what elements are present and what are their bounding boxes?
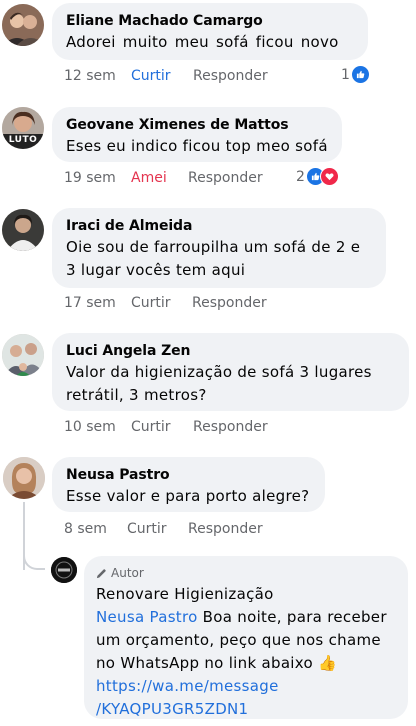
heart-reaction-icon <box>319 167 339 186</box>
comment-actions: 12 sem Curtir Responder <box>64 68 314 88</box>
comment-item: Eliane Machado Camargo Adorei muito meu … <box>0 0 416 100</box>
comment-time[interactable]: 8 sem <box>64 521 107 537</box>
comment-time[interactable]: 12 sem <box>64 68 116 84</box>
reply-button[interactable]: Responder <box>192 295 267 311</box>
reply-button[interactable]: Responder <box>193 419 268 435</box>
comment-author[interactable]: Iraci de Almeida <box>66 216 374 236</box>
avatar-badge: LUTO <box>8 135 38 145</box>
reply-button[interactable]: Responder <box>188 521 263 537</box>
comment-item: LUTO Geovane Ximenes de Mattos Eses eu i… <box>0 100 416 205</box>
comment-time[interactable]: 17 sem <box>64 295 116 311</box>
comment-author[interactable]: Neusa Pastro <box>66 465 313 485</box>
avatar[interactable] <box>2 334 44 376</box>
comment-time[interactable]: 19 sem <box>64 170 116 186</box>
reply-button[interactable]: Responder <box>188 170 263 186</box>
like-button[interactable]: Curtir <box>131 419 171 435</box>
comment-actions: 17 sem Curtir Responder <box>64 295 314 315</box>
comment-text: Valor da higienização de sofá 3 lugares … <box>66 363 372 404</box>
reaction-summary[interactable]: 1 <box>341 65 370 84</box>
comment-bubble: Neusa Pastro Esse valor e para porto ale… <box>52 457 325 512</box>
comment-text: Esse valor e para porto alegre? <box>66 487 310 505</box>
comment-actions: 19 sem Amei Responder <box>64 170 314 190</box>
avatar[interactable] <box>3 457 45 499</box>
comment-bubble: Eliane Machado Camargo Adorei muito meu … <box>52 3 368 60</box>
mention-link[interactable]: Neusa Pastro <box>96 608 198 626</box>
reaction-count: 2 <box>296 168 305 185</box>
comment-item: Iraci de Almeida Oie sou de farroupilha … <box>0 205 416 327</box>
comment-text: Adorei muito meu sofá ficou novo <box>66 33 339 51</box>
comment-item: Neusa Pastro Esse valor e para porto ale… <box>0 453 416 548</box>
like-button[interactable]: Curtir <box>131 295 171 311</box>
comment-author[interactable]: Geovane Ximenes de Mattos <box>66 115 330 135</box>
reply-text: Neusa Pastro Boa noite, para receber um … <box>96 606 396 721</box>
avatar[interactable] <box>2 4 44 46</box>
page-avatar[interactable] <box>51 557 77 583</box>
reply-button[interactable]: Responder <box>193 68 268 84</box>
whatsapp-link-part1: https://wa.me/message <box>96 677 279 695</box>
like-button[interactable]: Curtir <box>127 521 167 537</box>
whatsapp-link-part2: /KYAQPU3GR5ZDN1 <box>96 700 249 718</box>
comment-author[interactable]: Eliane Machado Camargo <box>66 11 356 31</box>
reply-item: Autor Renovare Higienização Neusa Pastro… <box>0 553 416 726</box>
comment-bubble: Iraci de Almeida Oie sou de farroupilha … <box>52 208 386 288</box>
comment-item: Luci Angela Zen Valor da higienização de… <box>0 329 416 450</box>
pencil-icon <box>96 568 106 578</box>
whatsapp-link[interactable]: https://wa.me/message/KYAQPU3GR5ZDN1 <box>96 677 279 718</box>
author-badge-label: Autor <box>111 566 144 580</box>
comment-bubble: Geovane Ximenes de Mattos Eses eu indico… <box>52 107 342 162</box>
reaction-count: 1 <box>341 66 350 83</box>
comment-actions: 8 sem Curtir Responder <box>64 521 314 541</box>
reply-author[interactable]: Renovare Higienização <box>96 584 396 604</box>
love-button[interactable]: Amei <box>131 170 167 186</box>
avatar[interactable] <box>2 209 44 251</box>
reaction-summary[interactable]: 2 <box>296 167 339 186</box>
comment-text: Oie sou de farroupilha um sofá de 2 e 3 … <box>66 238 361 279</box>
comment-author[interactable]: Luci Angela Zen <box>66 341 397 361</box>
comment-bubble: Luci Angela Zen Valor da higienização de… <box>52 333 409 411</box>
comment-actions: 10 sem Curtir Responder <box>64 419 314 439</box>
reply-bubble: Autor Renovare Higienização Neusa Pastro… <box>84 556 408 719</box>
comment-text: Eses eu indico ficou top meo sofá <box>66 137 328 155</box>
comment-time[interactable]: 10 sem <box>64 419 116 435</box>
like-reaction-icon <box>350 65 370 84</box>
author-badge: Autor <box>96 565 396 581</box>
like-button[interactable]: Curtir <box>131 68 171 84</box>
avatar[interactable]: LUTO <box>2 107 44 149</box>
